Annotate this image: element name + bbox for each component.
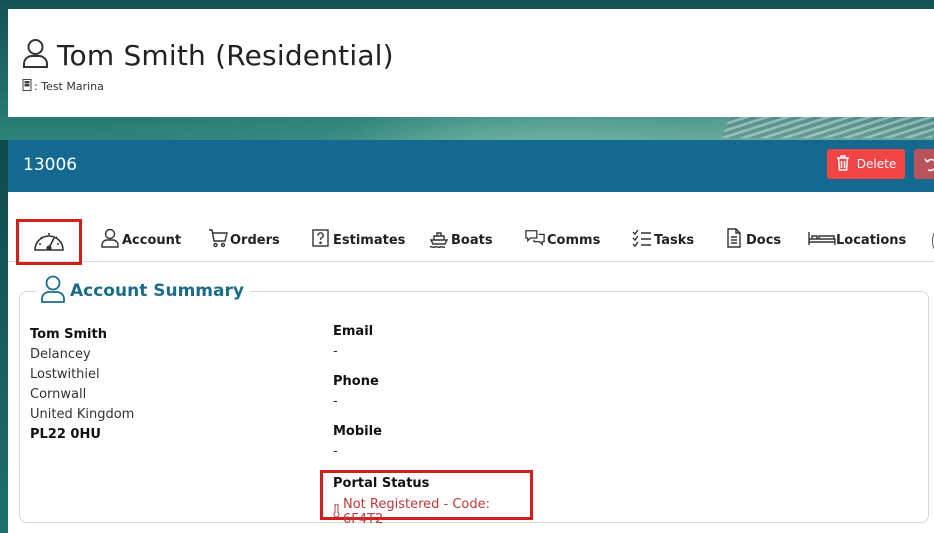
- account-summary-title: Account Summary: [70, 281, 244, 301]
- account-content: Account Orders Estimates Boats Comms Tas…: [8, 192, 934, 533]
- email-label: Email: [333, 324, 374, 339]
- phone-label: Phone: [333, 374, 379, 389]
- tab-locations[interactable]: Locations: [808, 228, 906, 252]
- portal-status-block: Portal Status Not Registered - Code: 6F4…: [320, 470, 533, 527]
- portal-status-value[interactable]: Not Registered - Code: 6F4T2: [333, 497, 530, 527]
- email-value: -: [333, 344, 338, 359]
- postcode: PL22 0HU: [30, 427, 101, 442]
- tab-account[interactable]: Account: [100, 228, 181, 252]
- user-icon: [22, 38, 49, 72]
- undo-button[interactable]: [914, 149, 934, 179]
- address-line: Cornwall: [30, 387, 87, 402]
- tab-docs-label: Docs: [746, 232, 782, 248]
- phone-block: Phone -: [333, 372, 379, 412]
- tab-bar: Account Orders Estimates Boats Comms Tas…: [8, 192, 934, 265]
- account-summary-header: Account Summary: [36, 274, 250, 308]
- ship-icon: [429, 228, 451, 252]
- tab-locations-label: Locations: [836, 232, 907, 248]
- tab-docs[interactable]: Docs: [724, 228, 781, 252]
- mobile-value: -: [333, 444, 338, 459]
- tab-comms-label: Comms: [547, 232, 601, 248]
- email-block: Email -: [333, 322, 373, 362]
- portal-status-label: Portal Status: [333, 476, 430, 491]
- phone-value: -: [333, 394, 338, 409]
- checklist-icon: [632, 228, 654, 252]
- page-header: Tom Smith (Residential) : Test Marina: [8, 9, 934, 117]
- user-icon: [40, 275, 70, 307]
- mobile-block: Mobile -: [333, 422, 382, 462]
- chat-icon: [525, 228, 547, 252]
- document-icon: [724, 228, 746, 252]
- record-bar: 13006 Delete: [8, 140, 934, 192]
- address-line: Lostwithiel: [30, 367, 100, 382]
- tab-dashboard[interactable]: [16, 219, 82, 265]
- thermometer-icon: [333, 503, 343, 521]
- record-id: 13006: [23, 155, 78, 175]
- address-block: Tom Smith Delancey Lostwithiel Cornwall …: [30, 325, 134, 445]
- tab-account-label: Account: [122, 232, 182, 248]
- marina-subtitle: : Test Marina: [22, 79, 104, 94]
- tab-boats-label: Boats: [451, 232, 493, 248]
- speedometer-icon: [32, 226, 66, 258]
- question-box-icon: [311, 228, 333, 252]
- delete-label: Delete: [856, 157, 897, 171]
- user-icon: [100, 228, 122, 252]
- building-icon: [22, 79, 34, 94]
- customer-name: Tom Smith: [30, 327, 107, 342]
- tab-estimates-label: Estimates: [333, 232, 406, 248]
- cart-icon: [208, 228, 230, 252]
- mobile-label: Mobile: [333, 424, 382, 439]
- address-line: United Kingdom: [30, 407, 135, 422]
- portal-status-text: Not Registered - Code: 6F4T2: [343, 497, 491, 527]
- tab-estimates[interactable]: Estimates: [311, 228, 405, 252]
- tab-boats[interactable]: Boats: [429, 228, 493, 252]
- tab-tasks-label: Tasks: [654, 232, 695, 248]
- marina-label: : Test Marina: [34, 80, 104, 93]
- trash-icon: [836, 154, 850, 174]
- page-title: Tom Smith (Residential): [57, 38, 394, 72]
- bed-icon: [808, 228, 836, 252]
- tab-comms[interactable]: Comms: [525, 228, 600, 252]
- address-line: Delancey: [30, 347, 91, 362]
- tab-tasks[interactable]: Tasks: [632, 228, 694, 252]
- delete-button[interactable]: Delete: [827, 149, 905, 179]
- title-row: Tom Smith (Residential): [22, 38, 394, 72]
- tab-orders[interactable]: Orders: [208, 228, 280, 252]
- tab-orders-label: Orders: [230, 232, 280, 248]
